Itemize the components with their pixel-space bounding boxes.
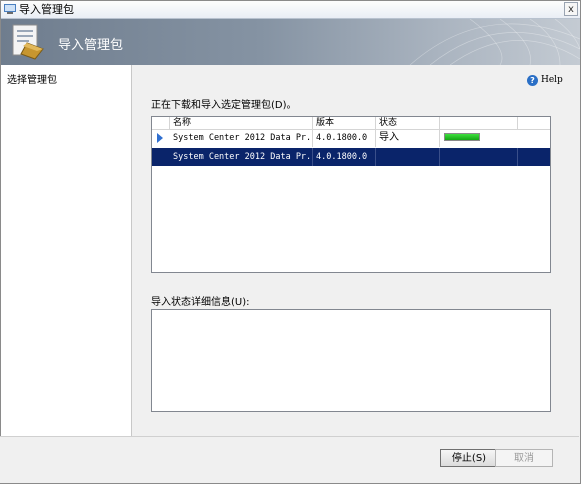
left-navigation: 选择管理包 (1, 65, 132, 437)
stop-button[interactable]: 停止(S) (440, 449, 498, 467)
import-progress-bar (444, 133, 480, 141)
help-label[interactable]: Help (541, 75, 563, 85)
cancel-button[interactable]: 取消 (495, 449, 553, 467)
banner-globe-decoration (409, 19, 580, 65)
column-header-name[interactable]: 名称 (170, 117, 313, 129)
cell-name: System Center 2012 Data Pr... (170, 129, 313, 147)
cell-progress (440, 148, 518, 166)
title-bar: 导入管理包 x (1, 1, 580, 19)
current-row-arrow-icon (157, 133, 163, 143)
cell-name: System Center 2012 Data Pr... (170, 148, 313, 166)
app-icon (4, 4, 16, 14)
section-label: 正在下载和导入选定管理包(D)。 (151, 100, 297, 111)
column-header-version[interactable]: 版本 (313, 117, 376, 129)
window-title: 导入管理包 (19, 3, 74, 16)
pack-list[interactable]: 名称 版本 状态 System Center 2012 Data Pr... 4… (151, 116, 551, 273)
cell-status (376, 148, 440, 166)
help-icon: ? (527, 75, 538, 86)
cell-version: 4.0.1800.0 (313, 148, 376, 166)
cell-status: 导入 (376, 129, 440, 147)
management-pack-icon (12, 24, 44, 60)
column-header-status[interactable]: 状态 (376, 117, 440, 129)
column-header-progress[interactable] (440, 117, 518, 129)
nav-item-select-pack[interactable]: 选择管理包 (7, 71, 57, 86)
header-banner: 导入管理包 (1, 19, 580, 65)
table-row[interactable]: System Center 2012 Data Pr... 4.0.1800.0 (152, 148, 550, 166)
details-textbox[interactable] (151, 309, 551, 412)
table-row[interactable]: System Center 2012 Data Pr... 4.0.1800.0… (152, 129, 550, 147)
cell-version: 4.0.1800.0 (313, 129, 376, 147)
banner-title: 导入管理包 (58, 38, 124, 53)
details-label: 导入状态详细信息(U): (151, 297, 250, 308)
progress-fill (445, 134, 479, 140)
header-spacer (152, 117, 170, 129)
close-button[interactable]: x (564, 2, 578, 16)
